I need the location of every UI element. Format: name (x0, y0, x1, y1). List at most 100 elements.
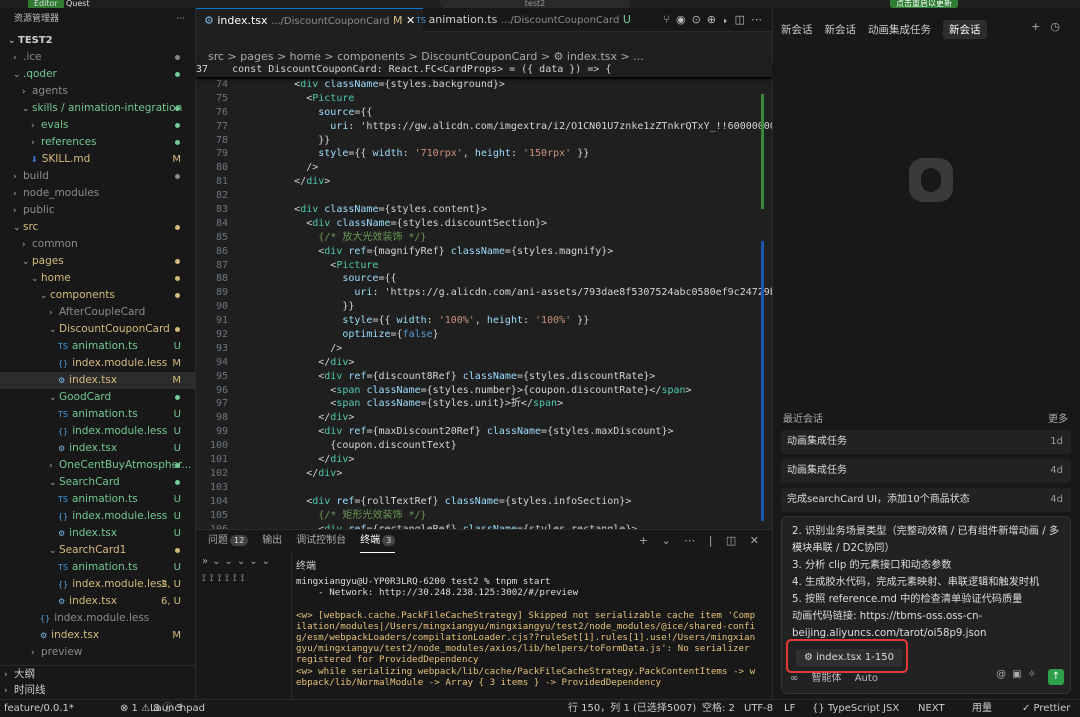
git-status-dot (175, 72, 180, 77)
infinity-icon[interactable]: ∞ (790, 673, 798, 684)
tree-item[interactable]: ⚙ index.tsx U (0, 525, 195, 542)
line-number: 87 (215, 259, 228, 271)
chat-actions[interactable]: +◷ (1031, 20, 1070, 33)
next-button[interactable]: NEXT (918, 700, 945, 717)
tree-item[interactable]: ⚙ index.tsx M (0, 372, 195, 389)
tree-item[interactable]: ⬇ SKILL.md M (0, 151, 195, 168)
git-status-badge: M (172, 358, 181, 369)
tree-item[interactable]: TS animation.ts U (0, 406, 195, 423)
tree-item[interactable]: ⌄ SearchCard1 (0, 542, 195, 559)
recent-session-age: 4d (1050, 465, 1063, 476)
tree-item[interactable]: ⚙ index.tsx M (0, 627, 195, 644)
tree-item[interactable]: {} index.module.less (0, 610, 195, 627)
panel-tab[interactable]: 终端 3 (360, 530, 396, 553)
tree-item[interactable]: › evals (0, 117, 195, 134)
code-text: /> (246, 342, 343, 354)
line-number: 80 (215, 162, 228, 174)
tree-item[interactable]: ⌄ SearchCard (0, 474, 195, 491)
tree-item[interactable]: ⌄ skills / animation-integration (0, 100, 195, 117)
breadcrumb[interactable]: src > pages > home > components > Discou… (208, 50, 644, 63)
tree-item[interactable]: TS animation.ts U (0, 559, 195, 576)
chat-tab[interactable]: 新会话 (781, 22, 813, 37)
recent-session-item[interactable]: 动画集成任务 4d (781, 459, 1071, 483)
tree-item[interactable]: › references (0, 134, 195, 151)
chat-tab[interactable]: 动画集成任务 (868, 22, 931, 37)
more-icon[interactable]: ··· (176, 8, 185, 30)
encoding[interactable]: UTF-8 (744, 700, 773, 717)
tab-animation-ts[interactable]: TS animation.ts .../DiscountCouponCard U (408, 8, 639, 32)
mode-tab-editor[interactable]: Editor (28, 0, 64, 8)
chat-tab[interactable]: 新会话 (943, 20, 987, 39)
code-text: }} (246, 134, 331, 146)
indent-setting[interactable]: 空格: 2 (702, 700, 735, 717)
tree-item[interactable]: {} index.module.less M (0, 355, 195, 372)
tree-item[interactable]: › node_modules (0, 185, 195, 202)
tree-item[interactable]: ⌄ src (0, 219, 195, 236)
tree-item[interactable]: › OneCentBuyAtmospher... (0, 457, 195, 474)
chat-input-box[interactable]: 2. 识别业务场景类型（完整动效稿 / 已有组件新增动画 / 多模块串联 / D… (781, 516, 1071, 694)
panel-tab-label: 调试控制台 (296, 535, 347, 546)
prettier-status[interactable]: ✓ Prettier (1022, 700, 1070, 717)
terminal-output[interactable]: mingxiangyu@U-YP0R3LRQ-6200 test2 % tnpm… (296, 576, 758, 700)
terminal-list[interactable]: »⌄⌄⌄⌄⌄ ⟟⟟⟟⟟⟟⟟ (196, 552, 292, 700)
tree-item[interactable]: ⚙ index.tsx U (0, 440, 195, 457)
recent-session-item[interactable]: 动画集成任务 1d (781, 430, 1071, 454)
tree-item[interactable]: ⌄ pages (0, 253, 195, 270)
tree-item[interactable]: ⌄ .qoder (0, 66, 195, 83)
tree-item[interactable]: {} index.module.less 2, U (0, 576, 195, 593)
tree-item-label: skills / animation-integration (32, 102, 183, 114)
panel-tab[interactable]: 输出 (262, 530, 282, 552)
code-view[interactable]: 74 <div className={styles.background}> 75… (196, 78, 772, 529)
command-search[interactable]: test2 (440, 0, 630, 8)
tree-item[interactable]: › agents (0, 83, 195, 100)
tree-item[interactable]: {} index.module.less U (0, 423, 195, 440)
code-line: 76 source={{ (196, 106, 772, 120)
tree-item[interactable]: › preview (0, 644, 195, 661)
tree-item[interactable]: ⌄ DiscountCouponCard (0, 321, 195, 338)
ts-file-icon: TS (416, 16, 429, 25)
cursor-position[interactable]: 行 150，列 1 (已选择5007) (568, 700, 696, 717)
line-number: 81 (215, 176, 228, 188)
panel-tab[interactable]: 问题 12 (208, 530, 249, 552)
agent-select[interactable]: 智能体 (812, 673, 842, 684)
react-file-icon: ⚙ (58, 597, 66, 606)
tree-item[interactable]: ⚙ index.tsx 6, U (0, 593, 195, 610)
code-text: <div ref={maxDiscount20Ref} className={s… (246, 426, 674, 438)
more-sessions-link[interactable]: 更多 (1048, 410, 1068, 425)
line-ending[interactable]: LF (784, 700, 795, 717)
chevron-right-icon: › (49, 308, 53, 318)
tab-index-tsx[interactable]: ⚙ index.tsx .../DiscountCouponCard M ✕ (196, 8, 424, 32)
tree-item[interactable]: ⌄ home (0, 270, 195, 287)
outline-section[interactable]: › 大纲 (0, 665, 195, 682)
restart-update-button[interactable]: 点击重启以更新 (890, 0, 958, 8)
tree-item[interactable]: › public (0, 202, 195, 219)
tree-item[interactable]: ⌄ GoodCard (0, 389, 195, 406)
mode-tab-quest[interactable]: Quest (60, 0, 96, 8)
tree-item[interactable]: › common (0, 236, 195, 253)
tree-item[interactable]: {} index.module.less U (0, 508, 195, 525)
usage-button[interactable]: 用量 (972, 700, 992, 717)
tree-item[interactable]: ⌄ components (0, 287, 195, 304)
send-button[interactable]: ↑ (1048, 669, 1064, 685)
tree-item[interactable]: TS animation.ts U (0, 338, 195, 355)
mode-select[interactable]: Auto (855, 673, 878, 684)
tree-item-label: SearchCard (59, 476, 120, 488)
launchpad[interactable]: Launchpad (150, 700, 205, 717)
tree-item[interactable]: TS animation.ts U (0, 491, 195, 508)
chat-tab[interactable]: 新会话 (825, 22, 857, 37)
title-bar: Editor Quest test2 点击重启以更新 (0, 0, 1080, 8)
tree-item[interactable]: › .ice (0, 49, 195, 66)
recent-session-item[interactable]: 完成searchCard UI，添加10个商品状态 4d (781, 488, 1071, 512)
tree-item[interactable]: › build (0, 168, 195, 185)
panel-tab[interactable]: 调试控制台 (296, 530, 346, 552)
tree-item[interactable]: › AfterCoupleCard (0, 304, 195, 321)
input-icons[interactable]: @▣✧ (996, 669, 1042, 680)
timeline-section[interactable]: › 时间线 (0, 682, 195, 699)
git-branch[interactable]: feature/0.0.1* (4, 700, 74, 717)
language-mode[interactable]: {} TypeScript JSX (812, 700, 899, 717)
context-chip[interactable]: ⚙ index.tsx 1-150 (796, 649, 902, 667)
panel-actions[interactable]: + ⌄ ⋯ | ◫ ✕ (639, 530, 764, 552)
workspace-root[interactable]: ⌄ TEST2 (0, 32, 195, 49)
tree-item-label: index.module.less (54, 612, 150, 624)
editor-actions[interactable]: ⑂◉⊙⊕⏵◫⋯ (663, 8, 768, 32)
